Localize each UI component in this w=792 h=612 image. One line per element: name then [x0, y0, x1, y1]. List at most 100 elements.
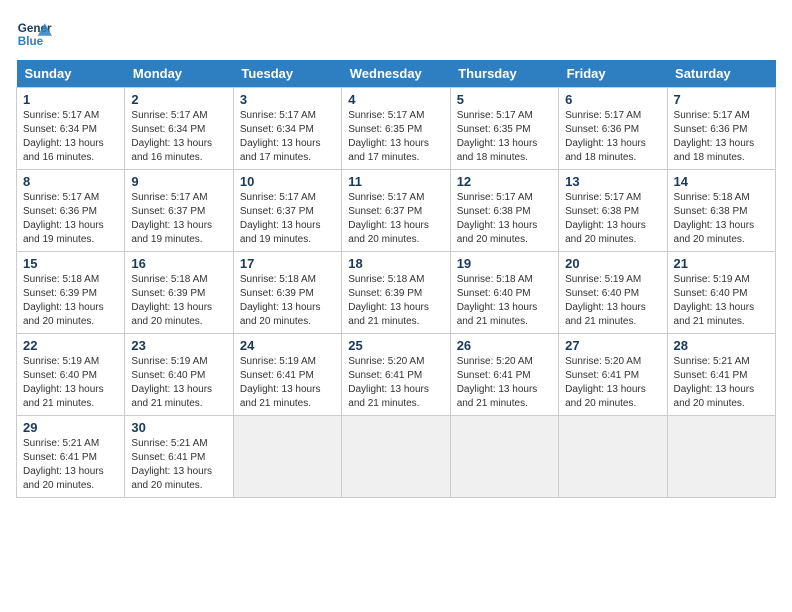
header: General Blue	[16, 16, 776, 52]
day-number: 1	[23, 92, 118, 107]
day-number: 4	[348, 92, 443, 107]
calendar-cell: 5 Sunrise: 5:17 AMSunset: 6:35 PMDaylight…	[450, 88, 558, 170]
calendar-cell: 13 Sunrise: 5:17 AMSunset: 6:38 PMDayligh…	[559, 170, 667, 252]
day-number: 19	[457, 256, 552, 271]
logo-icon: General Blue	[16, 16, 52, 52]
cell-details: Sunrise: 5:20 AMSunset: 6:41 PMDaylight:…	[565, 355, 660, 411]
cell-details: Sunrise: 5:17 AMSunset: 6:36 PMDaylight:…	[565, 109, 660, 165]
day-number: 12	[457, 174, 552, 189]
day-number: 7	[674, 92, 769, 107]
day-number: 30	[131, 420, 226, 435]
calendar-cell	[559, 416, 667, 498]
cell-details: Sunrise: 5:19 AMSunset: 6:41 PMDaylight:…	[240, 355, 335, 411]
day-number: 27	[565, 338, 660, 353]
calendar-week-row: 15 Sunrise: 5:18 AMSunset: 6:39 PMDayligh…	[17, 252, 776, 334]
calendar-table: SundayMondayTuesdayWednesdayThursdayFrid…	[16, 60, 776, 498]
cell-details: Sunrise: 5:19 AMSunset: 6:40 PMDaylight:…	[23, 355, 118, 411]
header-cell-monday: Monday	[125, 60, 233, 88]
cell-details: Sunrise: 5:17 AMSunset: 6:37 PMDaylight:…	[348, 191, 443, 247]
calendar-cell	[342, 416, 450, 498]
day-number: 20	[565, 256, 660, 271]
svg-text:Blue: Blue	[18, 35, 44, 48]
calendar-cell: 1 Sunrise: 5:17 AMSunset: 6:34 PMDaylight…	[17, 88, 125, 170]
calendar-cell: 29Sunrise: 5:21 AMSunset: 6:41 PMDayligh…	[17, 416, 125, 498]
cell-details: Sunrise: 5:20 AMSunset: 6:41 PMDaylight:…	[348, 355, 443, 411]
cell-details: Sunrise: 5:18 AMSunset: 6:38 PMDaylight:…	[674, 191, 769, 247]
calendar-week-row: 8Sunrise: 5:17 AMSunset: 6:36 PMDaylight…	[17, 170, 776, 252]
calendar-cell: 28 Sunrise: 5:21 AMSunset: 6:41 PMDayligh…	[667, 334, 775, 416]
day-number: 5	[457, 92, 552, 107]
cell-details: Sunrise: 5:21 AMSunset: 6:41 PMDaylight:…	[674, 355, 769, 411]
calendar-cell: 27 Sunrise: 5:20 AMSunset: 6:41 PMDayligh…	[559, 334, 667, 416]
calendar-cell: 16 Sunrise: 5:18 AMSunset: 6:39 PMDayligh…	[125, 252, 233, 334]
calendar-cell: 8Sunrise: 5:17 AMSunset: 6:36 PMDaylight…	[17, 170, 125, 252]
calendar-cell: 15 Sunrise: 5:18 AMSunset: 6:39 PMDayligh…	[17, 252, 125, 334]
cell-details: Sunrise: 5:19 AMSunset: 6:40 PMDaylight:…	[674, 273, 769, 329]
cell-details: Sunrise: 5:18 AMSunset: 6:39 PMDaylight:…	[23, 273, 118, 329]
calendar-cell: 2 Sunrise: 5:17 AMSunset: 6:34 PMDaylight…	[125, 88, 233, 170]
calendar-cell: 18 Sunrise: 5:18 AMSunset: 6:39 PMDayligh…	[342, 252, 450, 334]
logo: General Blue	[16, 16, 52, 52]
day-number: 15	[23, 256, 118, 271]
cell-details: Sunrise: 5:18 AMSunset: 6:39 PMDaylight:…	[131, 273, 226, 329]
cell-details: Sunrise: 5:21 AMSunset: 6:41 PMDaylight:…	[23, 437, 118, 493]
cell-details: Sunrise: 5:17 AMSunset: 6:38 PMDaylight:…	[457, 191, 552, 247]
cell-details: Sunrise: 5:17 AMSunset: 6:35 PMDaylight:…	[348, 109, 443, 165]
calendar-cell: 19 Sunrise: 5:18 AMSunset: 6:40 PMDayligh…	[450, 252, 558, 334]
cell-details: Sunrise: 5:17 AMSunset: 6:34 PMDaylight:…	[240, 109, 335, 165]
cell-details: Sunrise: 5:18 AMSunset: 6:39 PMDaylight:…	[240, 273, 335, 329]
cell-details: Sunrise: 5:17 AMSunset: 6:37 PMDaylight:…	[240, 191, 335, 247]
header-cell-friday: Friday	[559, 60, 667, 88]
day-number: 18	[348, 256, 443, 271]
calendar-cell: 24 Sunrise: 5:19 AMSunset: 6:41 PMDayligh…	[233, 334, 341, 416]
cell-details: Sunrise: 5:19 AMSunset: 6:40 PMDaylight:…	[565, 273, 660, 329]
day-number: 22	[23, 338, 118, 353]
day-number: 25	[348, 338, 443, 353]
calendar-cell: 12 Sunrise: 5:17 AMSunset: 6:38 PMDayligh…	[450, 170, 558, 252]
cell-details: Sunrise: 5:19 AMSunset: 6:40 PMDaylight:…	[131, 355, 226, 411]
day-number: 28	[674, 338, 769, 353]
calendar-header-row: SundayMondayTuesdayWednesdayThursdayFrid…	[17, 60, 776, 88]
calendar-week-row: 22 Sunrise: 5:19 AMSunset: 6:40 PMDayligh…	[17, 334, 776, 416]
calendar-cell: 14 Sunrise: 5:18 AMSunset: 6:38 PMDayligh…	[667, 170, 775, 252]
cell-details: Sunrise: 5:17 AMSunset: 6:34 PMDaylight:…	[131, 109, 226, 165]
calendar-cell: 10Sunrise: 5:17 AMSunset: 6:37 PMDayligh…	[233, 170, 341, 252]
day-number: 9	[131, 174, 226, 189]
cell-details: Sunrise: 5:18 AMSunset: 6:40 PMDaylight:…	[457, 273, 552, 329]
header-cell-tuesday: Tuesday	[233, 60, 341, 88]
calendar-cell: 7Sunrise: 5:17 AMSunset: 6:36 PMDaylight…	[667, 88, 775, 170]
cell-details: Sunrise: 5:21 AMSunset: 6:41 PMDaylight:…	[131, 437, 226, 493]
calendar-cell: 4 Sunrise: 5:17 AMSunset: 6:35 PMDaylight…	[342, 88, 450, 170]
cell-details: Sunrise: 5:17 AMSunset: 6:35 PMDaylight:…	[457, 109, 552, 165]
calendar-cell: 25 Sunrise: 5:20 AMSunset: 6:41 PMDayligh…	[342, 334, 450, 416]
cell-details: Sunrise: 5:17 AMSunset: 6:38 PMDaylight:…	[565, 191, 660, 247]
calendar-cell	[233, 416, 341, 498]
day-number: 8	[23, 174, 118, 189]
day-number: 2	[131, 92, 226, 107]
calendar-cell: 6Sunrise: 5:17 AMSunset: 6:36 PMDaylight…	[559, 88, 667, 170]
calendar-cell: 17 Sunrise: 5:18 AMSunset: 6:39 PMDayligh…	[233, 252, 341, 334]
calendar-cell: 22 Sunrise: 5:19 AMSunset: 6:40 PMDayligh…	[17, 334, 125, 416]
day-number: 21	[674, 256, 769, 271]
header-cell-wednesday: Wednesday	[342, 60, 450, 88]
calendar-cell: 11 Sunrise: 5:17 AMSunset: 6:37 PMDayligh…	[342, 170, 450, 252]
header-cell-sunday: Sunday	[17, 60, 125, 88]
cell-details: Sunrise: 5:20 AMSunset: 6:41 PMDaylight:…	[457, 355, 552, 411]
calendar-cell: 3 Sunrise: 5:17 AMSunset: 6:34 PMDaylight…	[233, 88, 341, 170]
day-number: 13	[565, 174, 660, 189]
calendar-cell: 30 Sunrise: 5:21 AMSunset: 6:41 PMDayligh…	[125, 416, 233, 498]
day-number: 16	[131, 256, 226, 271]
calendar-week-row: 29Sunrise: 5:21 AMSunset: 6:41 PMDayligh…	[17, 416, 776, 498]
day-number: 17	[240, 256, 335, 271]
day-number: 3	[240, 92, 335, 107]
calendar-cell: 26Sunrise: 5:20 AMSunset: 6:41 PMDayligh…	[450, 334, 558, 416]
calendar-week-row: 1 Sunrise: 5:17 AMSunset: 6:34 PMDaylight…	[17, 88, 776, 170]
header-cell-saturday: Saturday	[667, 60, 775, 88]
day-number: 24	[240, 338, 335, 353]
calendar-cell: 23Sunrise: 5:19 AMSunset: 6:40 PMDayligh…	[125, 334, 233, 416]
cell-details: Sunrise: 5:17 AMSunset: 6:34 PMDaylight:…	[23, 109, 118, 165]
cell-details: Sunrise: 5:18 AMSunset: 6:39 PMDaylight:…	[348, 273, 443, 329]
day-number: 11	[348, 174, 443, 189]
day-number: 14	[674, 174, 769, 189]
header-cell-thursday: Thursday	[450, 60, 558, 88]
